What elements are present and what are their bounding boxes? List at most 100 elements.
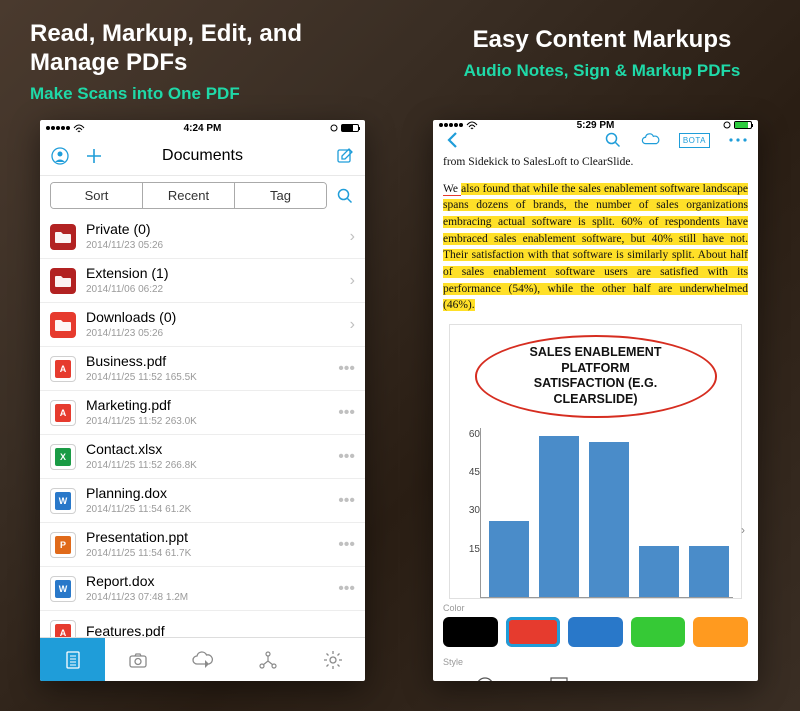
chart-bars bbox=[480, 428, 733, 598]
file-icon: W bbox=[50, 576, 76, 602]
tab-settings[interactable] bbox=[300, 638, 365, 681]
chart-y-axis: 60453015 bbox=[458, 428, 480, 598]
item-name: Business.pdf bbox=[86, 354, 332, 369]
segmented-control[interactable]: Sort Recent Tag bbox=[50, 182, 327, 209]
color-swatch[interactable] bbox=[443, 617, 498, 647]
shape-circle[interactable] bbox=[448, 671, 522, 681]
bar bbox=[589, 442, 629, 597]
file-row[interactable]: AMarketing.pdf2014/11/25 11:52 263.0K••• bbox=[40, 391, 365, 435]
bota-button[interactable]: BOTA bbox=[679, 133, 710, 148]
file-icon: X bbox=[50, 444, 76, 470]
wifi-icon bbox=[73, 124, 85, 133]
bar bbox=[639, 546, 679, 597]
chevron-right-icon[interactable]: › bbox=[344, 228, 355, 246]
battery-icon bbox=[734, 121, 752, 129]
left-headline: Read, Markup, Edit, and Manage PDFs bbox=[30, 20, 370, 78]
file-row[interactable]: PPresentation.ppt2014/11/25 11:54 61.7K•… bbox=[40, 523, 365, 567]
more-icon[interactable]: ••• bbox=[332, 536, 355, 554]
folder-row[interactable]: Downloads (0) 2014/11/23 05:26› bbox=[40, 303, 365, 347]
shape-square[interactable] bbox=[522, 671, 596, 681]
item-meta: 2014/11/25 11:54 61.2K bbox=[86, 504, 332, 515]
tab-camera[interactable] bbox=[105, 638, 170, 681]
item-meta: 2014/11/23 05:26 bbox=[86, 328, 344, 339]
more-icon[interactable]: ••• bbox=[332, 404, 355, 422]
bar bbox=[539, 436, 579, 597]
folder-row[interactable]: Private (0) 2014/11/23 05:26› bbox=[40, 215, 365, 259]
item-name: Marketing.pdf bbox=[86, 398, 332, 413]
segment-recent[interactable]: Recent bbox=[143, 183, 235, 208]
doc-lead: We bbox=[443, 183, 461, 196]
more-icon[interactable]: ••• bbox=[332, 580, 355, 598]
color-swatch[interactable] bbox=[631, 617, 686, 647]
color-section: Color Style ‹ › bbox=[433, 599, 758, 681]
doc-highlight: also found that while the sales enableme… bbox=[443, 183, 748, 312]
chart-title-oval: SALES ENABLEMENT PLATFORMSATISFACTION (E… bbox=[475, 335, 717, 418]
tab-network[interactable] bbox=[235, 638, 300, 681]
compose-button[interactable] bbox=[335, 146, 355, 166]
right-headline: Easy Content Markups bbox=[432, 26, 772, 55]
search-icon[interactable] bbox=[335, 186, 355, 206]
item-name: Presentation.ppt bbox=[86, 530, 332, 545]
more-icon[interactable] bbox=[728, 130, 748, 150]
cloud-sync-icon[interactable] bbox=[641, 130, 661, 150]
item-name: Features.pdf bbox=[86, 624, 349, 637]
style-row[interactable]: ‹ › bbox=[433, 667, 758, 681]
color-swatch[interactable] bbox=[568, 617, 623, 647]
item-meta: 2014/11/23 05:26 bbox=[86, 240, 344, 251]
more-icon[interactable]: ••• bbox=[332, 492, 355, 510]
file-row[interactable]: AFeatures.pdf bbox=[40, 611, 365, 637]
document-page[interactable]: from Sidekick to SalesLoft to ClearSlide… bbox=[433, 150, 758, 599]
item-meta: 2014/11/25 11:52 263.0K bbox=[86, 416, 332, 427]
file-row[interactable]: ABusiness.pdf2014/11/25 11:52 165.5K••• bbox=[40, 347, 365, 391]
y-tick: 30 bbox=[469, 504, 480, 519]
shape-arrow[interactable] bbox=[596, 671, 670, 681]
chevron-right-icon: › bbox=[741, 522, 745, 539]
folder-icon bbox=[50, 224, 76, 250]
more-icon[interactable]: ••• bbox=[332, 360, 355, 378]
orientation-lock-icon bbox=[330, 123, 338, 133]
file-list[interactable]: Private (0)2014/11/23 05:26›Extension (1… bbox=[40, 215, 365, 637]
color-swatch[interactable] bbox=[506, 617, 561, 647]
status-bar: 4:24 PM bbox=[40, 120, 365, 136]
file-row[interactable]: XContact.xlsx2014/11/25 11:52 266.8K••• bbox=[40, 435, 365, 479]
item-meta: 2014/11/25 11:52 266.8K bbox=[86, 460, 332, 471]
bar bbox=[489, 521, 529, 597]
file-row[interactable]: WReport.dox2014/11/23 07:48 1.2M••• bbox=[40, 567, 365, 611]
back-button[interactable] bbox=[443, 130, 463, 150]
file-icon: A bbox=[50, 356, 76, 382]
account-icon[interactable] bbox=[50, 146, 70, 166]
item-name: Private (0) bbox=[86, 222, 344, 237]
item-meta: 2014/11/25 11:54 61.7K bbox=[86, 548, 332, 559]
battery-icon bbox=[341, 124, 359, 132]
folder-icon bbox=[50, 312, 76, 338]
y-tick: 60 bbox=[469, 428, 480, 443]
item-name: Report.dox bbox=[86, 574, 332, 589]
item-name: Extension (1) bbox=[86, 266, 344, 281]
doc-nav: BOTA bbox=[433, 130, 758, 150]
more-icon[interactable]: ••• bbox=[332, 448, 355, 466]
segment-tag[interactable]: Tag bbox=[235, 183, 326, 208]
left-subhead: Make Scans into One PDF bbox=[30, 84, 370, 104]
file-row[interactable]: WPlanning.dox2014/11/25 11:54 61.2K••• bbox=[40, 479, 365, 523]
segment-sort[interactable]: Sort bbox=[51, 183, 143, 208]
status-time: 5:29 PM bbox=[433, 120, 758, 131]
bar bbox=[689, 546, 729, 597]
tab-documents[interactable] bbox=[40, 638, 105, 681]
y-tick: 15 bbox=[469, 543, 480, 558]
tab-bar bbox=[40, 637, 365, 681]
chevron-right-icon[interactable]: › bbox=[743, 678, 748, 681]
chevron-right-icon[interactable]: › bbox=[344, 316, 355, 334]
search-icon[interactable] bbox=[603, 130, 623, 150]
color-swatch[interactable] bbox=[693, 617, 748, 647]
tab-cloud[interactable] bbox=[170, 638, 235, 681]
folder-row[interactable]: Extension (1)2014/11/06 06:22› bbox=[40, 259, 365, 303]
color-palette[interactable] bbox=[433, 613, 758, 653]
add-button[interactable] bbox=[84, 146, 104, 166]
folder-icon bbox=[50, 268, 76, 294]
shape-line[interactable] bbox=[669, 671, 743, 681]
color-label: Color bbox=[433, 599, 758, 613]
item-name: Planning.dox bbox=[86, 486, 332, 501]
chevron-right-icon[interactable]: › bbox=[344, 272, 355, 290]
item-name: Downloads (0) bbox=[86, 310, 344, 325]
chart-container: SALES ENABLEMENT PLATFORMSATISFACTION (E… bbox=[449, 324, 742, 599]
